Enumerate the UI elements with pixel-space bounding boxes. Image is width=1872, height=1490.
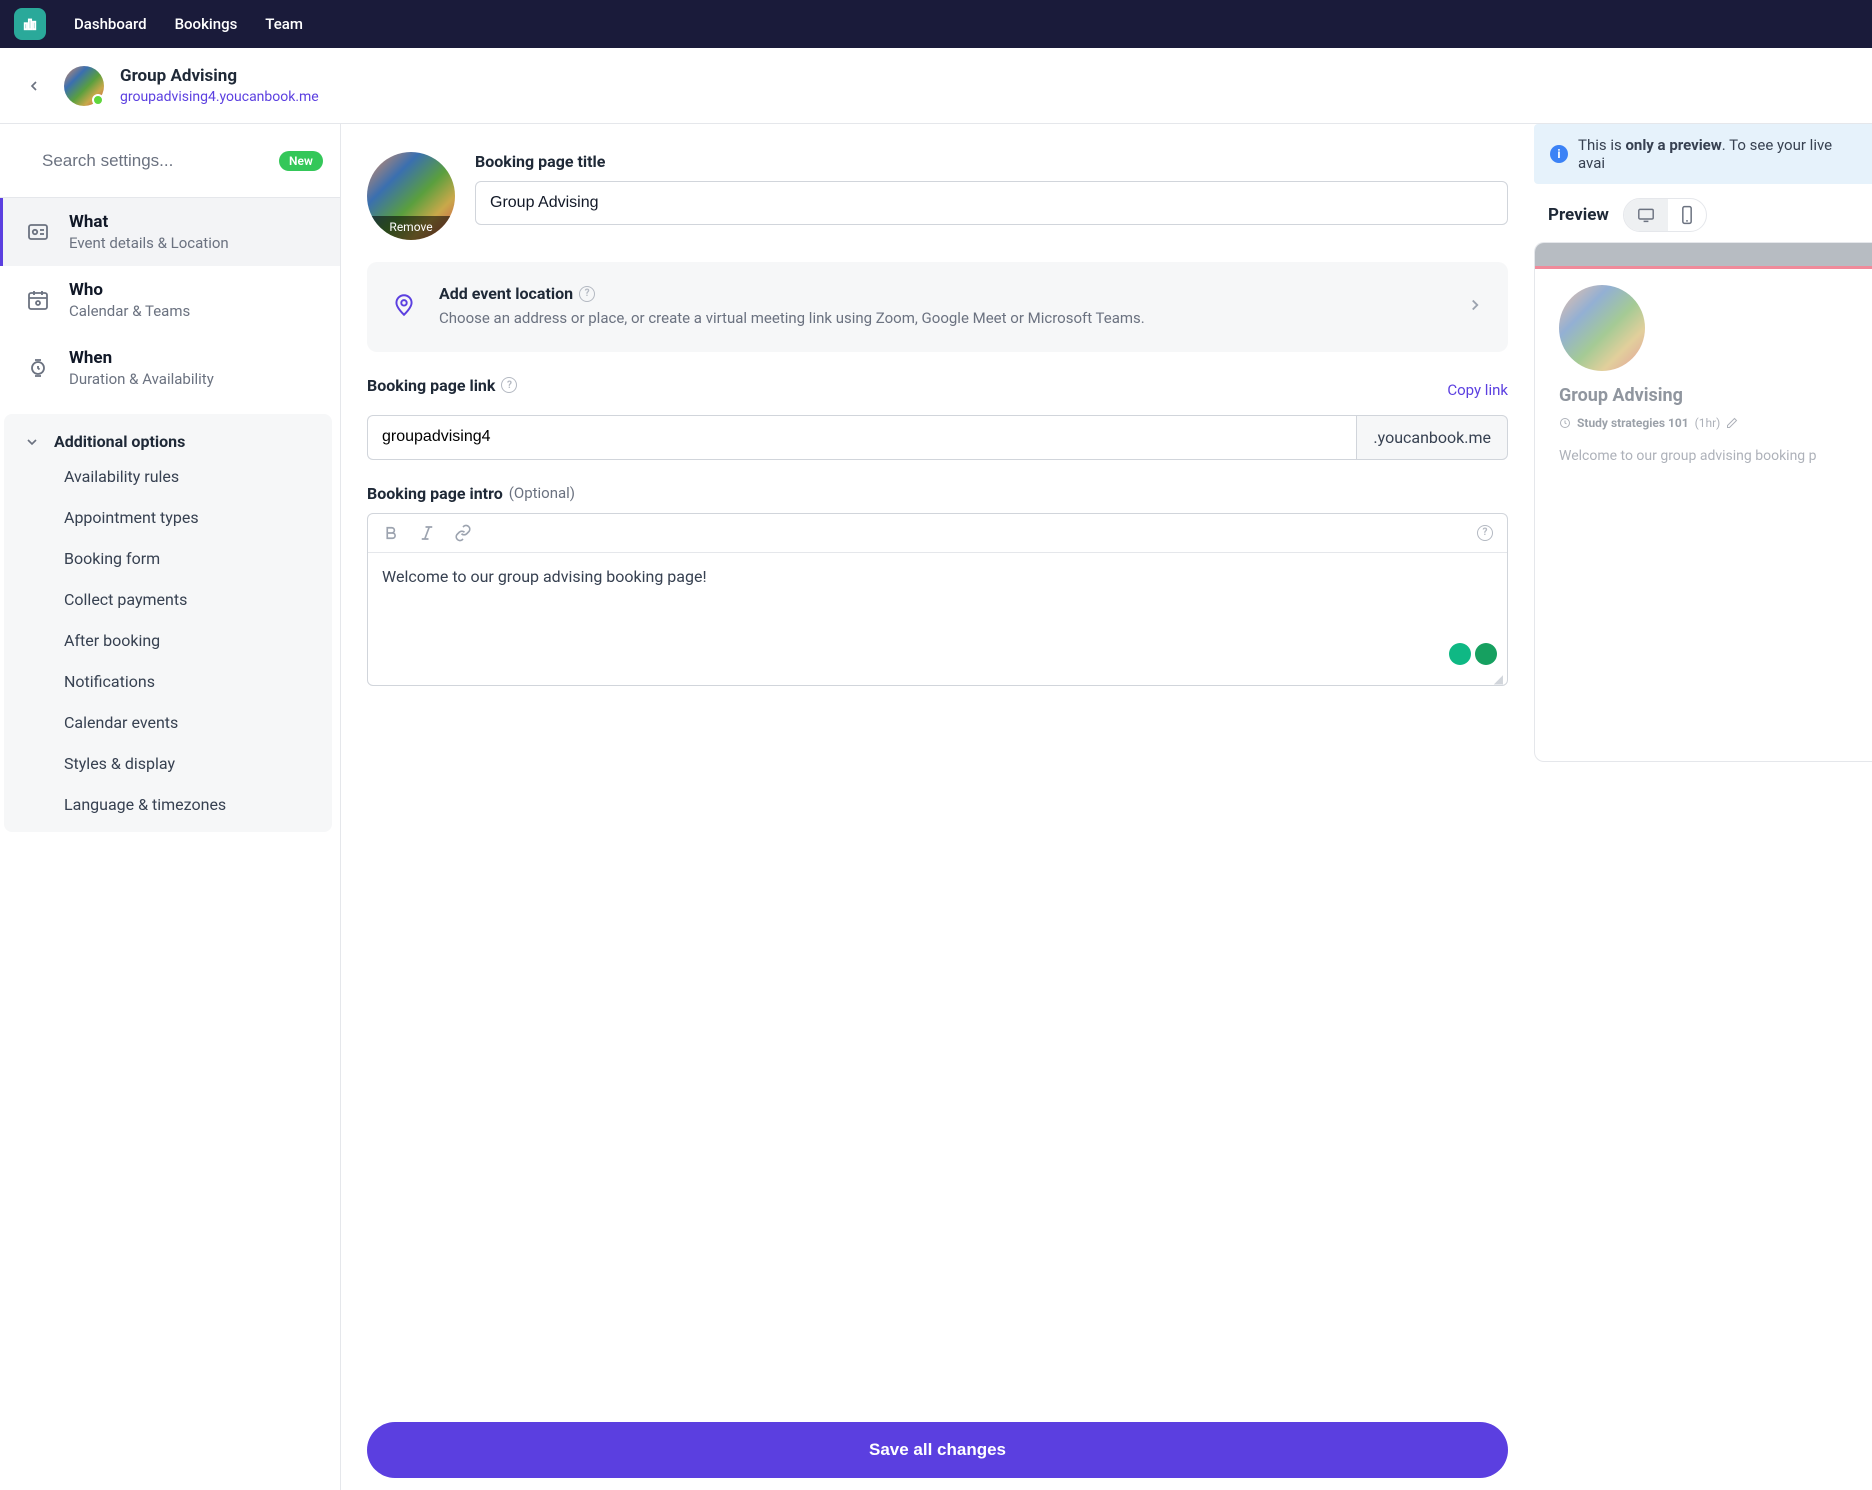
resize-handle[interactable]: ◢ [368, 673, 1507, 685]
intro-editor: ? Welcome to our group advising booking … [367, 513, 1508, 686]
sub-header: Group Advising groupadvising4.youcanbook… [0, 48, 1872, 124]
nav-team[interactable]: Team [265, 15, 303, 33]
booking-title-label: Booking page title [475, 152, 1508, 171]
page-title: Group Advising [120, 66, 319, 86]
top-nav: Dashboard Bookings Team [0, 0, 1872, 48]
watch-icon [25, 355, 51, 381]
location-title: Add event location ? [439, 284, 1444, 303]
additional-options-toggle[interactable]: Additional options [24, 432, 312, 451]
booking-link-input[interactable] [367, 415, 1356, 460]
location-pin-icon [391, 292, 417, 322]
save-button[interactable]: Save all changes [367, 1422, 1508, 1478]
back-button[interactable] [20, 72, 48, 100]
additional-item-calendar-events[interactable]: Calendar events [64, 713, 312, 732]
status-indicator [92, 94, 104, 106]
app-logo[interactable] [14, 8, 46, 40]
calendar-icon [25, 287, 51, 313]
preview-intro-text: Welcome to our group advising booking p [1559, 448, 1872, 464]
additional-item-notifications[interactable]: Notifications [64, 672, 312, 691]
thumbnail-remove-button[interactable]: Remove [367, 216, 455, 240]
sidebar-item-label: What [69, 212, 229, 232]
additional-options-title: Additional options [54, 432, 185, 451]
grammarly-widget[interactable] [1449, 643, 1497, 665]
booking-link-label: Booking page link ? [367, 376, 517, 395]
additional-options-panel: Additional options Availability rules Ap… [4, 414, 332, 832]
desktop-view-button[interactable] [1624, 199, 1668, 231]
main-content: Remove Booking page title Add event loca… [341, 124, 1534, 1490]
intro-textarea[interactable]: Welcome to our group advising booking pa… [368, 553, 1507, 673]
page-avatar [64, 66, 104, 106]
help-icon[interactable]: ? [579, 286, 595, 302]
additional-item-after-booking[interactable]: After booking [64, 631, 312, 650]
additional-item-collect-payments[interactable]: Collect payments [64, 590, 312, 609]
page-url-link[interactable]: groupadvising4.youcanbook.me [120, 89, 319, 105]
nav-bookings[interactable]: Bookings [175, 15, 238, 33]
preview-label: Preview [1548, 205, 1609, 225]
bold-icon[interactable] [382, 524, 400, 542]
new-badge: New [279, 151, 323, 171]
chevron-right-icon [1466, 296, 1484, 318]
device-toggle [1623, 198, 1707, 232]
preview-page-title: Group Advising [1559, 385, 1872, 406]
additional-item-appointment-types[interactable]: Appointment types [64, 508, 312, 527]
sidebar-item-when[interactable]: When Duration & Availability [0, 334, 340, 402]
preview-banner: i This is only a preview. To see your li… [1534, 124, 1872, 184]
italic-icon[interactable] [418, 524, 436, 542]
settings-sidebar: New What Event details & Location Who Ca… [0, 124, 341, 1490]
link-suffix: .youcanbook.me [1356, 415, 1508, 460]
add-location-card[interactable]: Add event location ? Choose an address o… [367, 262, 1508, 352]
preview-canvas: Group Advising Study strategies 101 (1hr… [1534, 242, 1872, 762]
booking-intro-label: Booking page intro (Optional) [367, 484, 1508, 503]
chevron-down-icon [24, 434, 40, 450]
clock-icon [1559, 417, 1571, 429]
link-icon[interactable] [454, 524, 472, 542]
additional-item-availability-rules[interactable]: Availability rules [64, 467, 312, 486]
sidebar-item-subtitle: Event details & Location [69, 234, 229, 252]
sidebar-item-label: Who [69, 280, 190, 300]
help-icon[interactable]: ? [1477, 525, 1493, 541]
location-description: Choose an address or place, or create a … [439, 307, 1444, 330]
sidebar-item-label: When [69, 348, 214, 368]
edit-icon [1726, 417, 1738, 429]
additional-item-language-timezones[interactable]: Language & timezones [64, 795, 312, 814]
preview-avatar [1559, 285, 1645, 371]
mobile-view-button[interactable] [1668, 199, 1706, 231]
sidebar-item-what[interactable]: What Event details & Location [0, 198, 340, 266]
additional-item-booking-form[interactable]: Booking form [64, 549, 312, 568]
sidebar-item-subtitle: Calendar & Teams [69, 302, 190, 320]
sidebar-item-subtitle: Duration & Availability [69, 370, 214, 388]
search-settings-input[interactable] [42, 151, 263, 171]
page-thumbnail[interactable]: Remove [367, 152, 455, 240]
preview-pane: i This is only a preview. To see your li… [1534, 124, 1872, 1490]
help-icon[interactable]: ? [501, 377, 517, 393]
card-icon [25, 219, 51, 245]
sidebar-item-who[interactable]: Who Calendar & Teams [0, 266, 340, 334]
additional-item-styles-display[interactable]: Styles & display [64, 754, 312, 773]
info-icon: i [1550, 145, 1568, 163]
preview-meta: Study strategies 101 (1hr) [1559, 416, 1872, 430]
booking-title-input[interactable] [475, 181, 1508, 225]
copy-link-button[interactable]: Copy link [1447, 381, 1508, 399]
nav-dashboard[interactable]: Dashboard [74, 15, 147, 33]
